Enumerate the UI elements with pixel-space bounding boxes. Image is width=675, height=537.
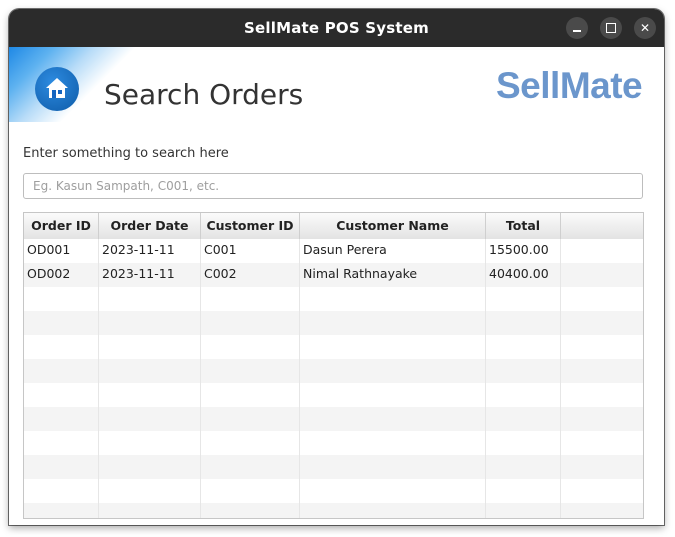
home-icon [46, 78, 68, 98]
table-header: Order ID Order Date Customer ID Customer… [24, 213, 643, 240]
cell-total: 15500.00 [486, 239, 561, 263]
minimize-button[interactable] [566, 17, 588, 39]
minimize-icon [573, 30, 581, 32]
cell-filler [561, 239, 643, 263]
table-row[interactable]: OD002 2023-11-11 C002 Nimal Rathnayake 4… [24, 263, 643, 287]
empty-table-row [24, 479, 643, 503]
main-content: Search Orders SellMate Enter something t… [9, 47, 664, 525]
close-button[interactable]: ✕ [634, 17, 656, 39]
cell-customer-id: C002 [201, 263, 300, 287]
cell-filler [561, 263, 643, 287]
home-button[interactable] [35, 67, 79, 111]
app-window: SellMate POS System ✕ Search Orders Sell… [9, 9, 664, 525]
cell-order-date: 2023-11-11 [99, 239, 201, 263]
column-header-order-date[interactable]: Order Date [99, 213, 201, 239]
empty-table-row [24, 287, 643, 311]
column-header-customer-id[interactable]: Customer ID [201, 213, 300, 239]
column-header-filler [561, 213, 643, 239]
column-header-customer-name[interactable]: Customer Name [300, 213, 486, 239]
cell-customer-name: Dasun Perera [300, 239, 486, 263]
search-label: Enter something to search here [23, 146, 229, 161]
cell-order-date: 2023-11-11 [99, 263, 201, 287]
empty-table-row [24, 431, 643, 455]
page-title: Search Orders [104, 78, 304, 111]
empty-table-row [24, 311, 643, 335]
empty-table-row [24, 455, 643, 479]
cell-customer-id: C001 [201, 239, 300, 263]
empty-table-row [24, 359, 643, 383]
maximize-icon [606, 23, 616, 33]
column-header-total[interactable]: Total [486, 213, 561, 239]
empty-table-row [24, 407, 643, 431]
search-input[interactable] [23, 173, 643, 199]
maximize-button[interactable] [600, 17, 622, 39]
empty-table-row [24, 503, 643, 518]
cell-customer-name: Nimal Rathnayake [300, 263, 486, 287]
title-bar[interactable]: SellMate POS System ✕ [9, 9, 664, 47]
table-row[interactable]: OD001 2023-11-11 C001 Dasun Perera 15500… [24, 239, 643, 263]
brand-logo: SellMate [496, 65, 643, 106]
cell-order-id: OD002 [24, 263, 99, 287]
orders-table[interactable]: Order ID Order Date Customer ID Customer… [23, 212, 644, 519]
empty-table-row [24, 383, 643, 407]
cell-order-id: OD001 [24, 239, 99, 263]
column-header-order-id[interactable]: Order ID [24, 213, 99, 239]
close-icon: ✕ [639, 21, 651, 35]
empty-table-row [24, 335, 643, 359]
cell-total: 40400.00 [486, 263, 561, 287]
